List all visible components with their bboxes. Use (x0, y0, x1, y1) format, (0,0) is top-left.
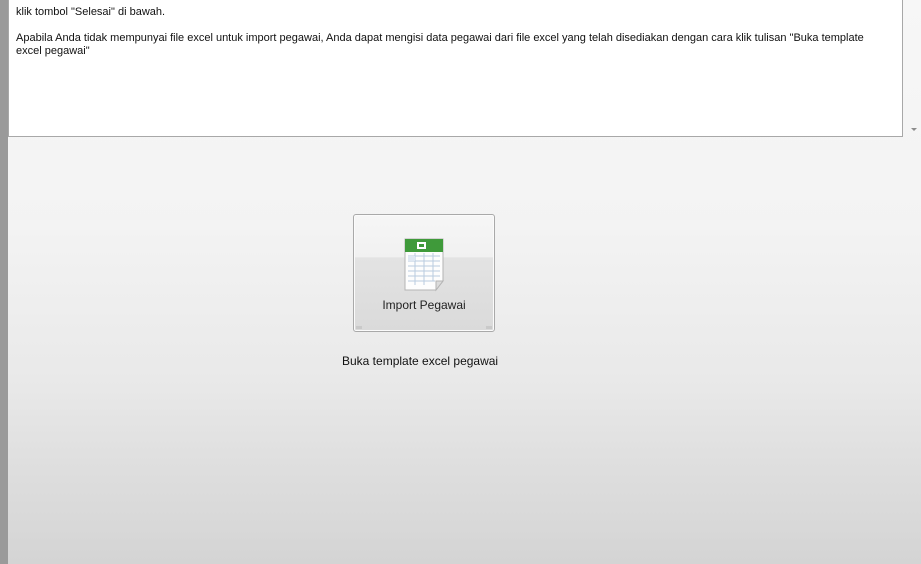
button-corner-left (356, 326, 362, 329)
scroll-down-arrow-icon[interactable] (911, 128, 917, 131)
instruction-line-finish: klik tombol "Selesai" di bawah. (16, 6, 166, 18)
open-template-link[interactable]: Buka template excel pegawai (342, 354, 498, 368)
instructions-panel: klik tombol "Selesai" di bawah. Apabila … (8, 0, 903, 137)
instruction-template-paragraph: Apabila Anda tidak mempunyai file excel … (16, 32, 864, 57)
import-pegawai-button[interactable]: Import Pegawai (353, 214, 495, 332)
button-corner-right (486, 326, 492, 329)
import-pegawai-window: klik tombol "Selesai" di bawah. Apabila … (8, 0, 921, 564)
excel-spreadsheet-icon (402, 238, 446, 292)
import-pegawai-label: Import Pegawai (382, 298, 466, 312)
window-left-edge (0, 0, 8, 564)
